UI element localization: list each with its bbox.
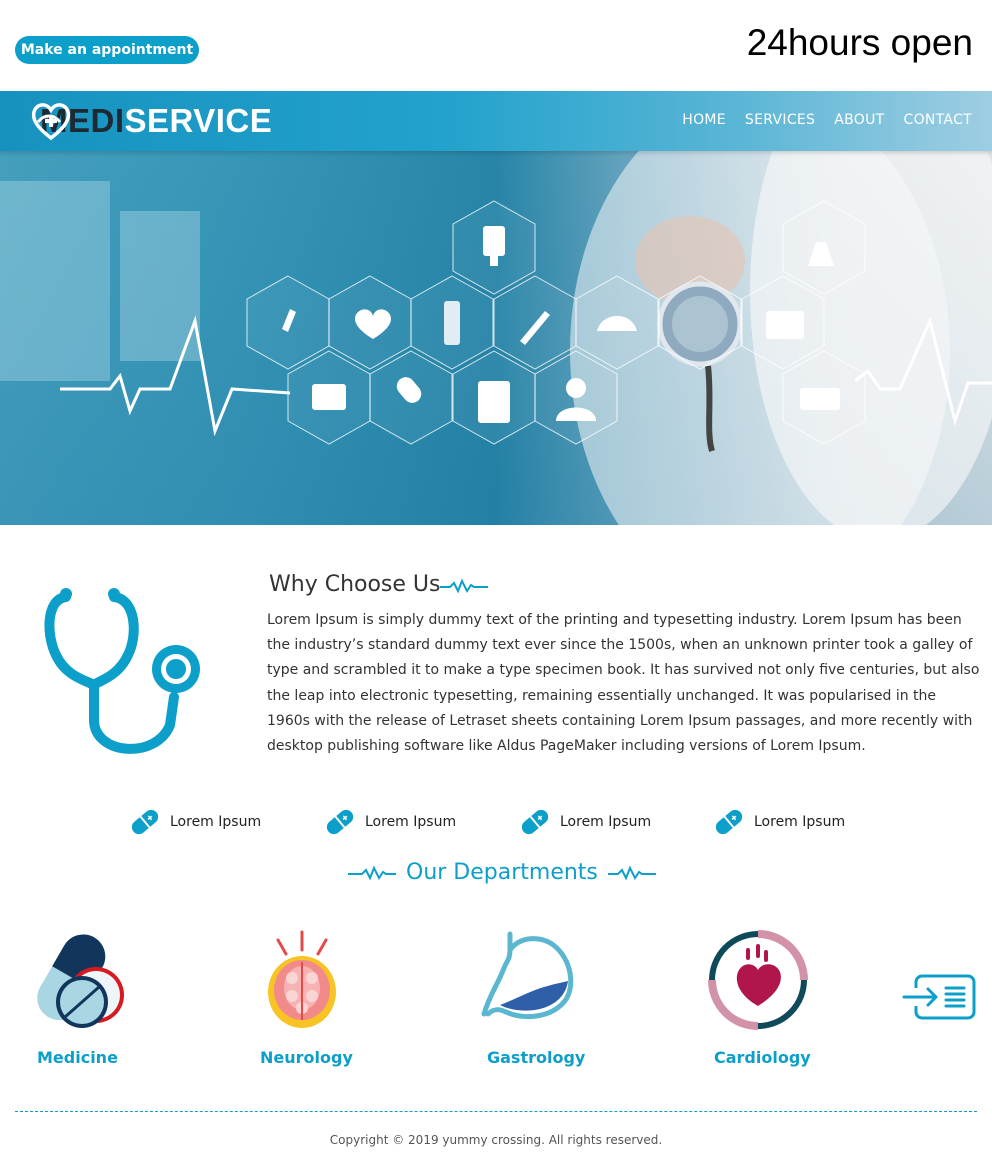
capsule-icon (521, 809, 549, 835)
why-choose-us-heading: Why Choose Us (269, 572, 441, 597)
heart-cross-logo-icon (31, 103, 71, 141)
nav-contact-link[interactable]: CONTACT (904, 112, 973, 128)
brain-icon[interactable] (266, 930, 338, 1030)
hero-banner: MEDISERVICE HOME SERVICES ABOUT CONTACT (0, 91, 992, 525)
department-medicine-label[interactable]: Medicine (37, 1048, 118, 1067)
primary-nav: HOME SERVICES ABOUT CONTACT (682, 112, 972, 128)
department-cardiology-label[interactable]: Cardiology (714, 1048, 811, 1067)
feature-label: Lorem Ipsum (365, 814, 457, 830)
make-appointment-button[interactable]: Make an appointment (15, 36, 199, 64)
heartbeat-divider-icon (348, 865, 396, 880)
feature-item: Lorem Ipsum (323, 806, 456, 838)
capsule-icon (131, 809, 159, 835)
medical-hexagon-graphic (0, 91, 992, 525)
footer-divider (15, 1111, 977, 1112)
nav-home-link[interactable]: HOME (682, 112, 726, 128)
stethoscope-icon (44, 588, 200, 754)
mediservice-logo[interactable]: MEDISERVICE (30, 100, 272, 142)
pills-icon[interactable] (22, 930, 126, 1032)
opening-hours-text: 24hours open (746, 22, 973, 63)
feature-list: Lorem Ipsum Lorem Ipsum Lorem Ipsum Lore… (128, 806, 888, 838)
departments-heading-wrap: Our Departments (348, 860, 656, 885)
heart-icon[interactable] (708, 930, 808, 1030)
capsule-icon (715, 809, 743, 835)
feature-label: Lorem Ipsum (560, 814, 652, 830)
heartbeat-divider-icon (607, 865, 656, 880)
stomach-icon[interactable] (480, 930, 582, 1020)
feature-item: Lorem Ipsum (518, 806, 651, 838)
department-gastrology-label[interactable]: Gastrology (487, 1048, 585, 1067)
main-navbar: MEDISERVICE HOME SERVICES ABOUT CONTACT (0, 91, 992, 151)
arrow-list-icon[interactable] (902, 974, 978, 1020)
copyright-text: Copyright © 2019 yummy crossing. All rig… (329, 1133, 663, 1147)
logo-wordmark: MEDISERVICE (40, 102, 272, 140)
feature-label: Lorem Ipsum (754, 814, 846, 830)
nav-services-link[interactable]: SERVICES (745, 112, 815, 128)
heartbeat-divider-icon (440, 578, 488, 594)
feature-item: Lorem Ipsum (712, 806, 845, 838)
why-choose-us-text: Lorem Ipsum is simply dummy text of the … (267, 612, 980, 755)
capsule-icon (326, 809, 354, 835)
feature-item: Lorem Ipsum (128, 806, 261, 838)
departments-heading: Our Departments (406, 860, 598, 885)
nav-about-link[interactable]: ABOUT (834, 112, 884, 128)
department-neurology-label[interactable]: Neurology (260, 1048, 353, 1067)
top-bar: Make an appointment 24hours open (0, 0, 992, 91)
logo-part-service: SERVICE (124, 102, 273, 139)
feature-label: Lorem Ipsum (170, 814, 262, 830)
